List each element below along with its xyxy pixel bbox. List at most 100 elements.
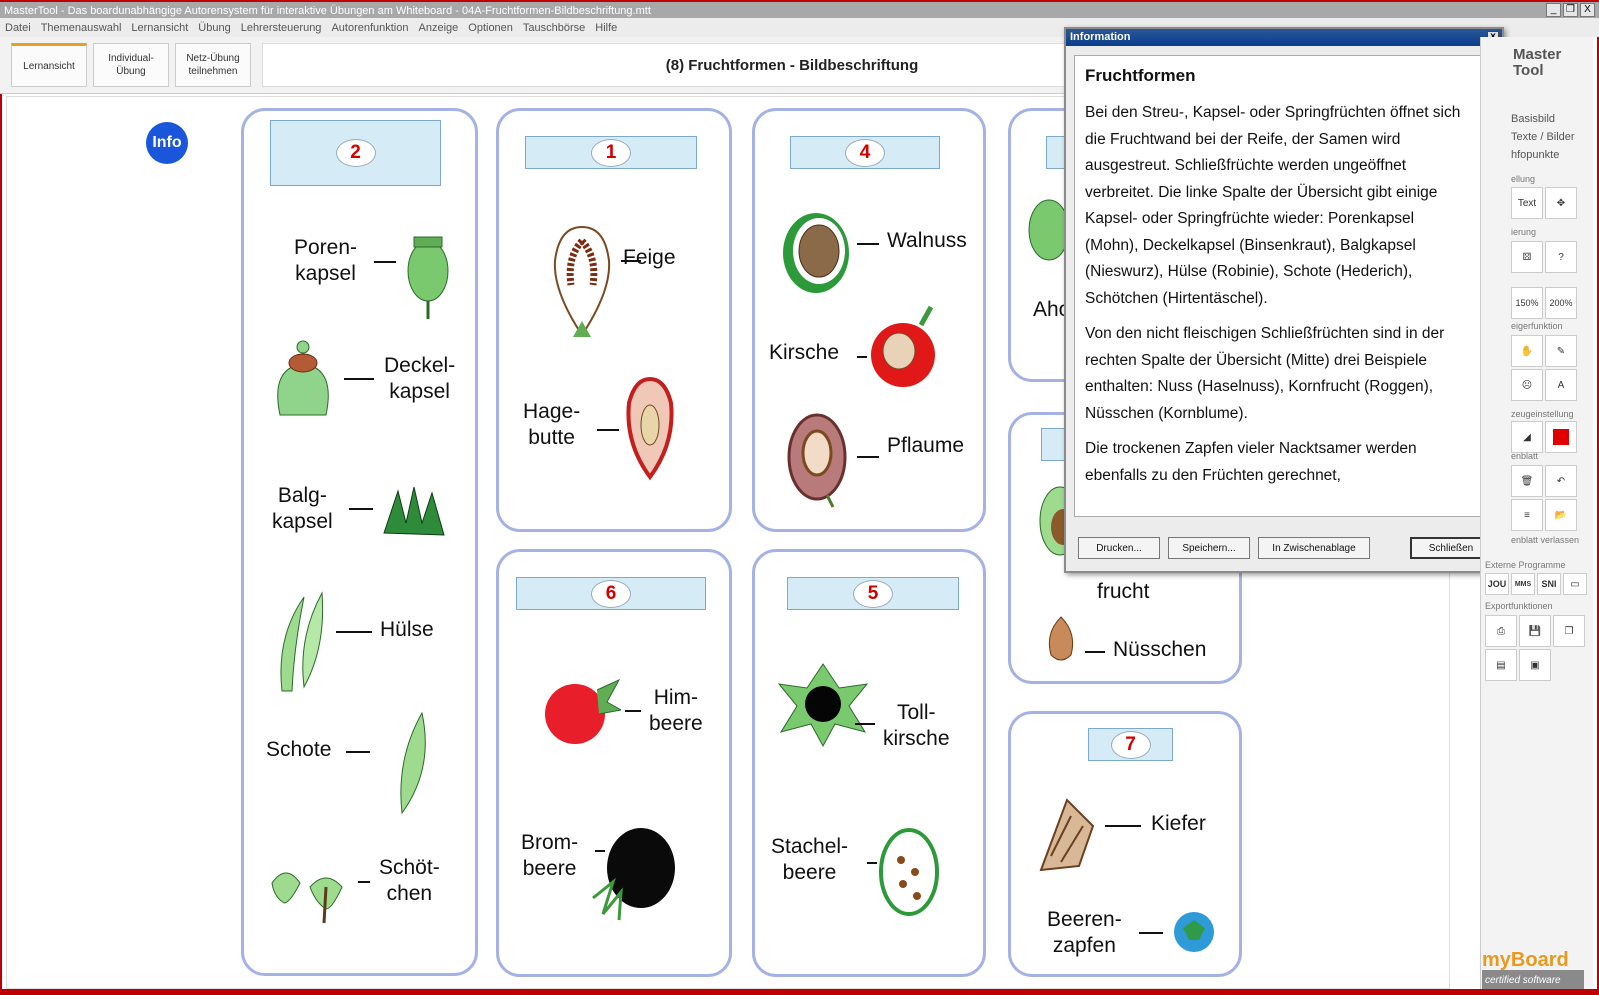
info-button[interactable]: Info [146, 122, 188, 164]
drucken-button[interactable]: Drucken... [1078, 537, 1160, 559]
label-line [857, 356, 867, 358]
undo-icon[interactable]: ↶ [1545, 465, 1577, 497]
drop-box-5[interactable]: 5 [787, 577, 959, 610]
label-line [346, 751, 370, 753]
label-beerenzapfen[interactable]: Beeren- zapfen [1047, 907, 1122, 959]
huelse-image [280, 591, 324, 692]
open-folder-icon[interactable]: 📂 [1545, 499, 1577, 531]
sni-button[interactable]: SNI [1537, 573, 1561, 595]
myboard-logo: myBoard certified software [1482, 950, 1592, 992]
menu-tauschboerse[interactable]: Tauschbörse [523, 22, 585, 34]
card-zapfen: 7 Kiefer Beeren- zapfen [1008, 711, 1242, 977]
speichern-button[interactable]: Speichern... [1168, 537, 1250, 559]
drop-box-2[interactable]: 2 [270, 120, 441, 186]
pen-icon[interactable]: ✎ [1545, 335, 1577, 367]
export-document-icon[interactable]: ▤ [1485, 649, 1517, 681]
label-hagebutte[interactable]: Hage- butte [523, 399, 580, 451]
kirsche-image [871, 305, 935, 387]
label-feige[interactable]: Feige [623, 245, 676, 271]
menu-optionen[interactable]: Optionen [468, 22, 513, 34]
close-window-button[interactable]: X [1580, 3, 1595, 17]
minimize-button[interactable]: _ [1546, 3, 1561, 17]
label-number: 4 [845, 138, 885, 167]
label-line [358, 881, 370, 883]
card-steinfruechte: 4 Walnuss Kirsche Pflaume [752, 108, 986, 532]
move-icon[interactable]: ✥ [1545, 187, 1577, 219]
dialog-text-area[interactable]: Fruchtformen Bei den Streu-, Kapsel- ode… [1074, 55, 1484, 517]
menu-lehrersteuerung[interactable]: Lehrersteuerung [241, 22, 322, 34]
menu-datei[interactable]: Datei [5, 22, 31, 34]
text-mode-button[interactable]: Text [1511, 187, 1543, 219]
export-screen-icon[interactable]: ▣ [1519, 649, 1551, 681]
label-line [1139, 932, 1163, 934]
label-brombeere[interactable]: Brom- beere [521, 830, 578, 882]
section-navigierung: ierung [1511, 227, 1537, 237]
label-schote[interactable]: Schote [266, 737, 331, 763]
drop-box-7[interactable]: 7 [1088, 728, 1173, 761]
drop-box-4[interactable]: 4 [790, 136, 940, 169]
label-huelse[interactable]: Hülse [380, 617, 434, 643]
section-darstellung: ellung [1511, 174, 1536, 184]
individual-uebung-button[interactable]: Individual- Übung [93, 43, 169, 87]
schoetchen-image [271, 872, 343, 924]
panel-item-texte-bilder[interactable]: Texte / Bilder [1511, 131, 1591, 147]
label-schoetchen[interactable]: Schöt- chen [379, 855, 440, 907]
porenkapsel-image [407, 236, 449, 319]
zwischenablage-button[interactable]: In Zwischenablage [1258, 537, 1370, 559]
help-icon[interactable]: ? [1545, 241, 1577, 273]
zoom-150-button[interactable]: 150% [1511, 287, 1543, 319]
jou-button[interactable]: JOU [1485, 573, 1509, 595]
menu-themenauswahl[interactable]: Themenauswahl [41, 22, 122, 34]
copy-icon[interactable]: ❐ [1553, 615, 1585, 647]
clear-icon[interactable]: ≡ [1511, 499, 1543, 531]
label-porenkapsel[interactable]: Poren- kapsel [294, 235, 357, 287]
label-kornfrucht[interactable]: frucht [1097, 579, 1150, 605]
trash-icon[interactable]: 🗑 [1511, 465, 1543, 497]
panel-item-basisbild[interactable]: Basisbild [1511, 113, 1591, 129]
zoom-200-button[interactable]: 200% [1545, 287, 1577, 319]
drop-box-6[interactable]: 6 [516, 577, 706, 610]
section-arbeitsblatt-verlassen[interactable]: enblatt verlassen [1511, 535, 1579, 545]
numbering-icon[interactable]: ⚄ [1511, 241, 1543, 273]
smiley-icon[interactable]: ☹ [1511, 369, 1543, 401]
dialog-titlebar: Information x [1066, 29, 1502, 46]
window-titlebar: MasterTool - Das boardunabhängige Autore… [0, 0, 1599, 18]
label-walnuss[interactable]: Walnuss [887, 228, 967, 254]
label-number: 7 [1110, 730, 1151, 759]
drop-box-1[interactable]: 1 [525, 136, 697, 169]
menu-autorenfunktion[interactable]: Autorenfunktion [331, 22, 408, 34]
netz-uebung-button[interactable]: Netz-Übung teilnehmen [175, 43, 251, 87]
label-himbeere[interactable]: Him- beere [649, 685, 703, 737]
menu-hilfe[interactable]: Hilfe [595, 22, 617, 34]
label-number: 1 [591, 138, 631, 167]
hand-icon[interactable]: ✋ [1511, 335, 1543, 367]
screen-icon[interactable]: ▭ [1563, 573, 1587, 595]
label-kiefer[interactable]: Kiefer [1151, 811, 1206, 837]
label-pflaume[interactable]: Pflaume [887, 433, 964, 459]
save-icon[interactable]: 💾 [1519, 615, 1551, 647]
print-icon[interactable]: ⎙ [1485, 615, 1517, 647]
label-deckelkapsel[interactable]: Deckel- kapsel [384, 353, 455, 405]
mms-button[interactable]: MMS [1511, 573, 1535, 595]
balgkapsel-image [383, 486, 445, 536]
label-nuesschen[interactable]: Nüsschen [1113, 637, 1206, 663]
card-sammelfruechte: 6 Him- beere Brom- beere [496, 549, 732, 977]
text-tool-icon[interactable]: A [1545, 369, 1577, 401]
stroke-width-icon[interactable]: ◢ [1511, 421, 1543, 453]
wacholder-image [1174, 912, 1214, 952]
dialog-paragraph: Von den nicht fleischigen Schließfrüchte… [1085, 325, 1445, 422]
lernansicht-button[interactable]: Lernansicht [11, 43, 87, 87]
menu-lernansicht[interactable]: Lernansicht [131, 22, 188, 34]
label-kirsche[interactable]: Kirsche [769, 340, 839, 366]
label-balgkapsel[interactable]: Balg- kapsel [272, 483, 333, 535]
label-line [857, 243, 879, 245]
menu-uebung[interactable]: Übung [198, 22, 230, 34]
label-stachelbeere[interactable]: Stachel- beere [771, 834, 848, 886]
menu-anzeige[interactable]: Anzeige [419, 22, 459, 34]
panel-item-infopunkte[interactable]: hfopunkte [1511, 149, 1591, 165]
label-number: 5 [853, 579, 893, 608]
section-arbeitsblatt: enblatt [1511, 451, 1539, 461]
restore-button[interactable]: ❐ [1563, 3, 1578, 17]
color-picker-button[interactable] [1545, 421, 1577, 453]
label-tollkirsche[interactable]: Toll- kirsche [883, 700, 950, 752]
